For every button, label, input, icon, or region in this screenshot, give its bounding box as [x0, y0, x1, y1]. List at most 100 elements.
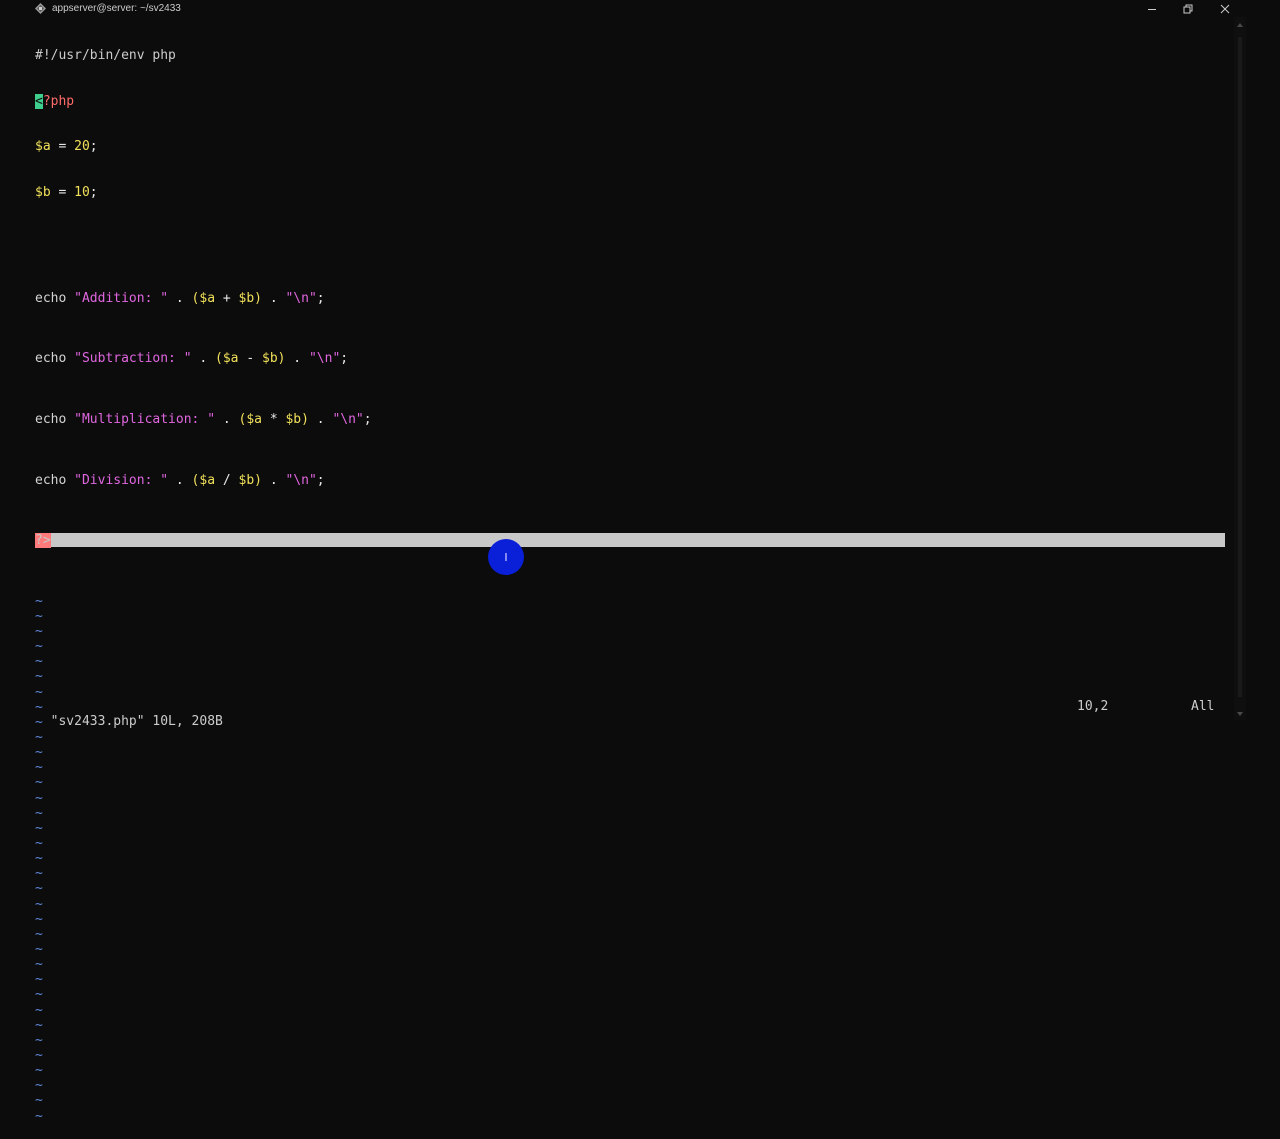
empty-line-tilde: ~ [35, 790, 43, 806]
empty-line-tilde: ~ [35, 942, 43, 958]
close-tag-text: ?> [35, 533, 51, 549]
empty-line-tilde: ~ [35, 820, 43, 836]
vertical-scrollbar[interactable] [1234, 17, 1246, 720]
code-line-echo-division: echo "Division: " . ($a / $b) . "\n"; [35, 473, 1230, 488]
variable-b: $b [238, 472, 255, 488]
scroll-position: All [1191, 699, 1215, 714]
empty-buffer-lines: ~ ~ ~ ~ ~ ~ ~ ~ ~ ~ ~ ~ ~ ~ ~ ~ ~ ~ ~ ~ ~ ~ ~ ~ ~ ~ ~ ~ ~ ~ ~ ~ ~ ~ ~ [35, 594, 1230, 1124]
empty-line-tilde: ~ [35, 745, 43, 761]
selected-line-highlight [35, 533, 1225, 548]
variable-a: $a [199, 472, 216, 488]
concat-operator: . [262, 472, 286, 488]
paren-open: ( [215, 351, 223, 367]
math-operator: / [215, 472, 239, 488]
empty-line-tilde: ~ [35, 1108, 43, 1124]
restore-button[interactable] [1170, 0, 1206, 17]
newline-string: "\n" [308, 351, 341, 367]
echo-keyword: echo [35, 351, 67, 367]
empty-line-tilde: ~ [35, 1017, 43, 1033]
newline-string: "\n" [285, 290, 317, 306]
empty-line-tilde: ~ [35, 760, 43, 776]
echo-keyword: echo [35, 290, 67, 306]
math-operator: - [238, 351, 262, 367]
empty-line-tilde: ~ [35, 593, 43, 609]
string-literal: "Multiplication: " [74, 411, 216, 427]
empty-line-tilde: ~ [35, 836, 43, 852]
paren-close: ) [254, 290, 262, 306]
cursor-position: 10,2 [1077, 699, 1109, 714]
empty-line-tilde: ~ [35, 1048, 43, 1063]
scroll-down-arrow-icon[interactable] [1237, 712, 1243, 716]
empty-line-tilde: ~ [35, 775, 43, 791]
empty-line-tilde: ~ [35, 957, 43, 973]
scrollbar-thumb[interactable] [1238, 37, 1242, 697]
empty-line-tilde: ~ [35, 1032, 43, 1048]
minimize-button[interactable] [1134, 0, 1170, 17]
empty-line-tilde: ~ [35, 805, 43, 821]
empty-line-tilde: ~ [35, 1063, 43, 1079]
shebang-text: #!/usr/bin/env php [35, 48, 176, 64]
number-literal: 10 [74, 184, 90, 200]
empty-line-tilde: ~ [35, 866, 43, 882]
variable-b: $b [238, 290, 255, 306]
semicolon: ; [340, 351, 349, 367]
putty-terminal-icon [35, 3, 46, 14]
concat-operator: . [308, 411, 333, 427]
empty-line-tilde: ~ [35, 1078, 43, 1094]
echo-keyword: echo [35, 472, 67, 488]
empty-line-tilde: ~ [35, 896, 43, 912]
empty-line-tilde: ~ [35, 1093, 43, 1109]
empty-line-tilde: ~ [35, 624, 43, 640]
close-button[interactable] [1207, 0, 1243, 17]
concat-operator: . [285, 351, 309, 367]
string-literal: "Addition: " [74, 290, 169, 306]
assign-operator: = [50, 184, 75, 200]
empty-line-tilde: ~ [35, 926, 43, 942]
code-line-echo-multiplication: echo "Multiplication: " . ($a * $b) . "\… [35, 412, 1230, 427]
mouse-pointer-highlight: I [488, 539, 524, 575]
empty-line-tilde: ~ [35, 669, 43, 685]
semicolon: ; [89, 184, 98, 200]
code-line-assign-b: $b = 10; [35, 185, 1230, 200]
semicolon: ; [89, 139, 98, 155]
code-line-assign-a: $a = 20; [35, 139, 1230, 154]
assign-operator: = [50, 139, 75, 155]
echo-keyword: echo [35, 411, 67, 427]
empty-line-tilde: ~ [35, 987, 43, 1003]
math-operator: + [215, 290, 239, 306]
code-line-echo-subtraction: echo "Subtraction: " . ($a - $b) . "\n"; [35, 351, 1230, 366]
window-right-margin [1246, 17, 1280, 720]
terminal-editor[interactable]: #!/usr/bin/env php <?php $a = 20; $b = 1… [35, 18, 1230, 1124]
variable-b: $b [262, 351, 278, 367]
scroll-up-arrow-icon[interactable] [1237, 23, 1243, 27]
newline-string: "\n" [285, 472, 317, 488]
empty-line-tilde: ~ [35, 730, 43, 746]
paren-close: ) [254, 472, 262, 488]
concat-operator: . [215, 411, 239, 427]
empty-line-tilde: ~ [35, 608, 43, 624]
semicolon: ; [316, 290, 325, 306]
string-literal: "Division: " [74, 472, 169, 488]
number-literal: 20 [74, 139, 90, 155]
text-cursor: < [35, 93, 43, 109]
empty-line-tilde: ~ [35, 972, 43, 988]
window-title: appserver@server: ~/sv2433 [52, 3, 181, 14]
code-line-close-tag: ?> [35, 533, 1230, 549]
code-line-echo-addition: echo "Addition: " . ($a + $b) . "\n"; [35, 291, 1230, 306]
concat-operator: . [168, 290, 192, 306]
variable-a: $a [199, 290, 216, 306]
window-titlebar[interactable]: appserver@server: ~/sv2433 [0, 0, 1280, 17]
empty-line-tilde: ~ [35, 684, 43, 700]
semicolon: ; [316, 472, 325, 488]
math-operator: * [262, 411, 286, 427]
restore-icon [1183, 4, 1193, 13]
vim-status-line: "sv2433.php" 10L, 208B 10,2 All [35, 699, 1230, 729]
variable-a: $a [35, 139, 51, 155]
text-cursor-ibeam-icon: I [504, 550, 508, 564]
variable-a: $a [222, 351, 239, 367]
empty-line-tilde: ~ [35, 1002, 43, 1018]
paren-close: ) [301, 411, 309, 427]
semicolon: ; [363, 411, 372, 427]
concat-operator: . [262, 290, 286, 306]
